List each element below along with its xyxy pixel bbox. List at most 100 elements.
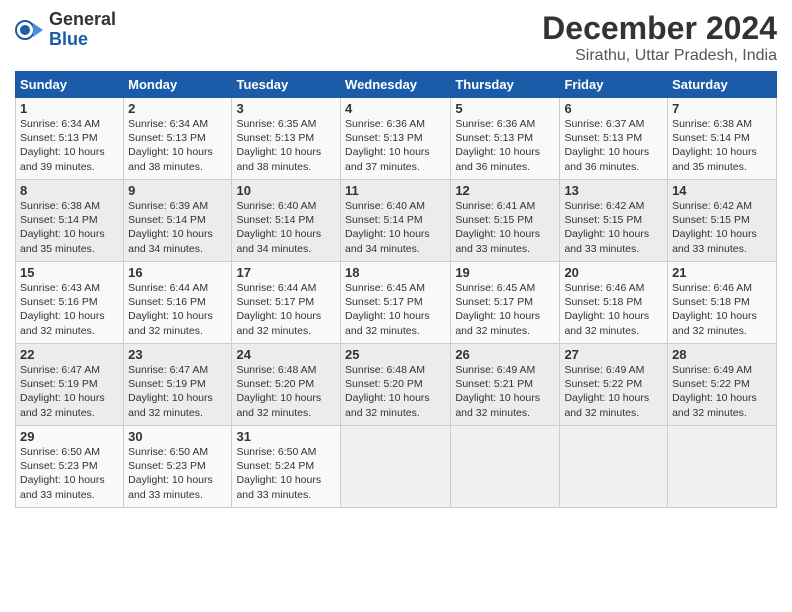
day-info: Sunrise: 6:36 AM Sunset: 5:13 PM Dayligh… (345, 117, 446, 174)
col-saturday: Saturday (668, 72, 777, 98)
table-row: 9Sunrise: 6:39 AM Sunset: 5:14 PM Daylig… (124, 180, 232, 262)
day-number: 4 (345, 101, 446, 116)
day-info: Sunrise: 6:38 AM Sunset: 5:14 PM Dayligh… (20, 199, 119, 256)
table-row: 24Sunrise: 6:48 AM Sunset: 5:20 PM Dayli… (232, 344, 341, 426)
table-row: 17Sunrise: 6:44 AM Sunset: 5:17 PM Dayli… (232, 262, 341, 344)
day-info: Sunrise: 6:48 AM Sunset: 5:20 PM Dayligh… (236, 363, 336, 420)
day-number: 25 (345, 347, 446, 362)
day-number: 1 (20, 101, 119, 116)
table-row: 6Sunrise: 6:37 AM Sunset: 5:13 PM Daylig… (560, 98, 668, 180)
day-number: 9 (128, 183, 227, 198)
col-friday: Friday (560, 72, 668, 98)
table-row: 7Sunrise: 6:38 AM Sunset: 5:14 PM Daylig… (668, 98, 777, 180)
day-number: 15 (20, 265, 119, 280)
table-row: 21Sunrise: 6:46 AM Sunset: 5:18 PM Dayli… (668, 262, 777, 344)
table-row: 20Sunrise: 6:46 AM Sunset: 5:18 PM Dayli… (560, 262, 668, 344)
day-number: 26 (455, 347, 555, 362)
day-number: 14 (672, 183, 772, 198)
day-number: 8 (20, 183, 119, 198)
day-info: Sunrise: 6:39 AM Sunset: 5:14 PM Dayligh… (128, 199, 227, 256)
day-info: Sunrise: 6:40 AM Sunset: 5:14 PM Dayligh… (236, 199, 336, 256)
day-number: 16 (128, 265, 227, 280)
day-number: 18 (345, 265, 446, 280)
day-number: 27 (564, 347, 663, 362)
table-row: 18Sunrise: 6:45 AM Sunset: 5:17 PM Dayli… (341, 262, 451, 344)
day-info: Sunrise: 6:36 AM Sunset: 5:13 PM Dayligh… (455, 117, 555, 174)
day-info: Sunrise: 6:50 AM Sunset: 5:24 PM Dayligh… (236, 445, 336, 502)
calendar-table: Sunday Monday Tuesday Wednesday Thursday… (15, 71, 777, 508)
day-info: Sunrise: 6:45 AM Sunset: 5:17 PM Dayligh… (455, 281, 555, 338)
day-info: Sunrise: 6:48 AM Sunset: 5:20 PM Dayligh… (345, 363, 446, 420)
table-row: 22Sunrise: 6:47 AM Sunset: 5:19 PM Dayli… (16, 344, 124, 426)
table-row: 31Sunrise: 6:50 AM Sunset: 5:24 PM Dayli… (232, 426, 341, 508)
col-tuesday: Tuesday (232, 72, 341, 98)
day-info: Sunrise: 6:47 AM Sunset: 5:19 PM Dayligh… (20, 363, 119, 420)
subtitle: Sirathu, Uttar Pradesh, India (542, 47, 777, 65)
day-number: 31 (236, 429, 336, 444)
table-row (560, 426, 668, 508)
day-info: Sunrise: 6:42 AM Sunset: 5:15 PM Dayligh… (672, 199, 772, 256)
table-row: 16Sunrise: 6:44 AM Sunset: 5:16 PM Dayli… (124, 262, 232, 344)
table-row: 25Sunrise: 6:48 AM Sunset: 5:20 PM Dayli… (341, 344, 451, 426)
logo-icon (15, 15, 45, 45)
calendar-row: 22Sunrise: 6:47 AM Sunset: 5:19 PM Dayli… (16, 344, 777, 426)
table-row: 3Sunrise: 6:35 AM Sunset: 5:13 PM Daylig… (232, 98, 341, 180)
day-info: Sunrise: 6:45 AM Sunset: 5:17 PM Dayligh… (345, 281, 446, 338)
calendar-row: 29Sunrise: 6:50 AM Sunset: 5:23 PM Dayli… (16, 426, 777, 508)
day-info: Sunrise: 6:49 AM Sunset: 5:22 PM Dayligh… (564, 363, 663, 420)
calendar-row: 15Sunrise: 6:43 AM Sunset: 5:16 PM Dayli… (16, 262, 777, 344)
table-row: 30Sunrise: 6:50 AM Sunset: 5:23 PM Dayli… (124, 426, 232, 508)
calendar-row: 8Sunrise: 6:38 AM Sunset: 5:14 PM Daylig… (16, 180, 777, 262)
table-row: 1Sunrise: 6:34 AM Sunset: 5:13 PM Daylig… (16, 98, 124, 180)
day-number: 6 (564, 101, 663, 116)
day-info: Sunrise: 6:40 AM Sunset: 5:14 PM Dayligh… (345, 199, 446, 256)
day-info: Sunrise: 6:38 AM Sunset: 5:14 PM Dayligh… (672, 117, 772, 174)
day-number: 20 (564, 265, 663, 280)
table-row: 12Sunrise: 6:41 AM Sunset: 5:15 PM Dayli… (451, 180, 560, 262)
day-number: 19 (455, 265, 555, 280)
table-row: 14Sunrise: 6:42 AM Sunset: 5:15 PM Dayli… (668, 180, 777, 262)
day-number: 22 (20, 347, 119, 362)
main-title: December 2024 (542, 10, 777, 47)
day-number: 29 (20, 429, 119, 444)
table-row: 2Sunrise: 6:34 AM Sunset: 5:13 PM Daylig… (124, 98, 232, 180)
day-number: 7 (672, 101, 772, 116)
day-number: 21 (672, 265, 772, 280)
table-row (341, 426, 451, 508)
day-info: Sunrise: 6:47 AM Sunset: 5:19 PM Dayligh… (128, 363, 227, 420)
day-info: Sunrise: 6:34 AM Sunset: 5:13 PM Dayligh… (20, 117, 119, 174)
day-info: Sunrise: 6:44 AM Sunset: 5:17 PM Dayligh… (236, 281, 336, 338)
day-info: Sunrise: 6:35 AM Sunset: 5:13 PM Dayligh… (236, 117, 336, 174)
day-number: 10 (236, 183, 336, 198)
day-info: Sunrise: 6:49 AM Sunset: 5:22 PM Dayligh… (672, 363, 772, 420)
table-row (668, 426, 777, 508)
table-row: 13Sunrise: 6:42 AM Sunset: 5:15 PM Dayli… (560, 180, 668, 262)
table-row: 26Sunrise: 6:49 AM Sunset: 5:21 PM Dayli… (451, 344, 560, 426)
logo-blue-text: Blue (49, 30, 116, 50)
day-info: Sunrise: 6:49 AM Sunset: 5:21 PM Dayligh… (455, 363, 555, 420)
day-info: Sunrise: 6:46 AM Sunset: 5:18 PM Dayligh… (672, 281, 772, 338)
col-wednesday: Wednesday (341, 72, 451, 98)
table-row: 15Sunrise: 6:43 AM Sunset: 5:16 PM Dayli… (16, 262, 124, 344)
table-row: 4Sunrise: 6:36 AM Sunset: 5:13 PM Daylig… (341, 98, 451, 180)
day-info: Sunrise: 6:46 AM Sunset: 5:18 PM Dayligh… (564, 281, 663, 338)
day-info: Sunrise: 6:50 AM Sunset: 5:23 PM Dayligh… (20, 445, 119, 502)
day-info: Sunrise: 6:42 AM Sunset: 5:15 PM Dayligh… (564, 199, 663, 256)
table-row: 29Sunrise: 6:50 AM Sunset: 5:23 PM Dayli… (16, 426, 124, 508)
table-row: 10Sunrise: 6:40 AM Sunset: 5:14 PM Dayli… (232, 180, 341, 262)
day-number: 2 (128, 101, 227, 116)
day-number: 11 (345, 183, 446, 198)
table-row: 23Sunrise: 6:47 AM Sunset: 5:19 PM Dayli… (124, 344, 232, 426)
day-number: 24 (236, 347, 336, 362)
day-number: 23 (128, 347, 227, 362)
col-monday: Monday (124, 72, 232, 98)
table-row: 28Sunrise: 6:49 AM Sunset: 5:22 PM Dayli… (668, 344, 777, 426)
calendar-header-row: Sunday Monday Tuesday Wednesday Thursday… (16, 72, 777, 98)
table-row: 8Sunrise: 6:38 AM Sunset: 5:14 PM Daylig… (16, 180, 124, 262)
calendar-row: 1Sunrise: 6:34 AM Sunset: 5:13 PM Daylig… (16, 98, 777, 180)
title-block: December 2024 Sirathu, Uttar Pradesh, In… (542, 10, 777, 65)
col-sunday: Sunday (16, 72, 124, 98)
page-header: General Blue December 2024 Sirathu, Utta… (15, 10, 777, 65)
col-thursday: Thursday (451, 72, 560, 98)
table-row: 27Sunrise: 6:49 AM Sunset: 5:22 PM Dayli… (560, 344, 668, 426)
